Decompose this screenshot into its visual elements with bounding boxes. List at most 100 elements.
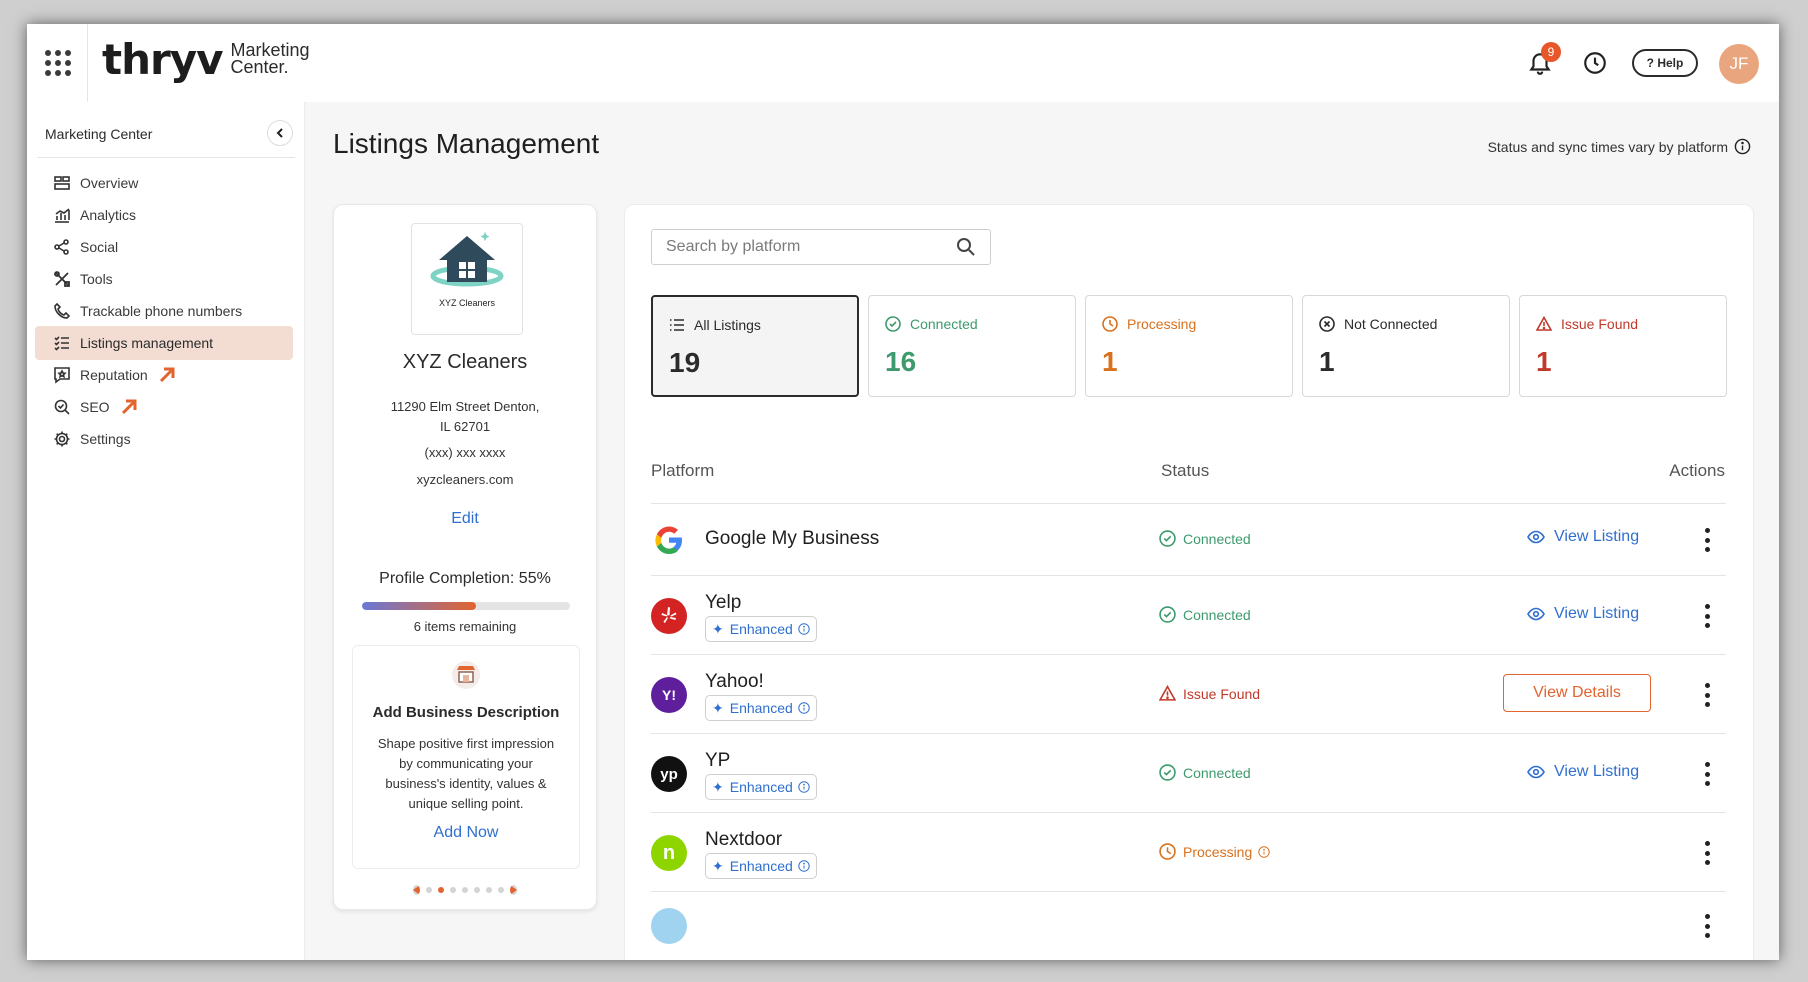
add-now-link[interactable]: Add Now [353,824,579,842]
carousel-pagination [334,885,596,895]
enhanced-badge[interactable]: ✦ Enhanced [705,616,817,642]
platform-icon [651,908,687,944]
carousel-dot[interactable] [426,887,432,893]
view-listing-link[interactable]: View Listing [1527,605,1639,623]
sidebar-item-settings[interactable]: Settings [35,422,293,456]
table-row: n Nextdoor ✦ Enhanced Processing [651,812,1726,891]
info-icon[interactable] [1734,138,1751,155]
platform-name: Yelp [705,592,742,613]
sidebar-item-label: Tools [80,271,113,287]
filter-count: 16 [885,346,917,377]
divider [87,24,88,102]
more-options-icon[interactable] [1701,528,1713,552]
sidebar-item-tools[interactable]: Tools [35,262,293,296]
more-options-icon[interactable] [1701,604,1713,628]
sparkle-icon: ✦ [712,778,724,795]
search-box[interactable] [651,229,991,265]
business-profile-card: XYZ Cleaners XYZ Cleaners 11290 Elm Stre… [333,204,597,910]
notification-count-badge: 9 [1541,42,1561,62]
sidebar-item-label: Listings management [80,335,214,351]
search-input[interactable] [666,238,956,256]
more-options-icon[interactable] [1701,762,1713,786]
more-options-icon[interactable] [1701,683,1713,707]
enhanced-badge[interactable]: ✦ Enhanced [705,853,817,879]
sidebar-item-listings-management[interactable]: Listings management [35,326,293,360]
filter-count: 1 [1536,346,1552,377]
info-icon[interactable] [1258,845,1270,858]
list-icon [670,319,684,331]
view-details-button[interactable]: View Details [1503,674,1651,712]
filter-not-connected[interactable]: Not Connected 1 [1302,295,1510,397]
carousel-prev-icon[interactable] [413,885,420,895]
notifications-button[interactable]: 9 [1523,42,1561,80]
avatar[interactable]: JF [1719,44,1759,84]
table-row: Google My Business Connected View Listin… [651,503,1726,575]
carousel-dot[interactable] [450,887,456,893]
carousel-dot[interactable] [498,887,504,893]
platform-name: YP [705,750,731,771]
status-connected: Connected [1159,530,1251,547]
filter-processing[interactable]: Processing 1 [1085,295,1293,397]
info-icon[interactable] [798,781,810,793]
suggestion-card: Add Business Description Shape positive … [352,645,580,869]
sidebar-item-analytics[interactable]: Analytics [35,198,293,232]
carousel-dot[interactable] [438,887,444,893]
sparkle-icon: ✦ [712,620,724,637]
info-icon[interactable] [798,623,810,635]
view-listing-link[interactable]: View Listing [1527,528,1639,546]
sparkle-icon: ✦ [712,857,724,874]
check-circle-icon [1159,606,1176,623]
suggestion-text-line: unique selling point. [408,796,524,811]
sidebar-item-overview[interactable]: Overview [35,166,293,200]
seo-icon [54,399,70,415]
filter-connected[interactable]: Connected 16 [868,295,1076,397]
enhanced-badge[interactable]: ✦ Enhanced [705,695,817,721]
status-issue-found: Issue Found [1159,685,1260,702]
overview-icon [54,176,70,190]
filter-label: Connected [910,316,978,332]
sidebar-item-reputation[interactable]: Reputation [35,358,293,392]
column-header-actions: Actions [1669,461,1725,480]
info-icon[interactable] [798,860,810,872]
business-website: xyzcleaners.com [416,472,514,487]
sidebar-title: Marketing Center [45,126,153,142]
sidebar-item-seo[interactable]: SEO [35,390,293,424]
check-circle-icon [1159,764,1176,781]
sidebar-item-social[interactable]: Social [35,230,293,264]
warning-icon [1159,685,1176,701]
thryv-logo[interactable]: thryv Marketing Center. [102,38,309,82]
sidebar-item-label: Settings [80,431,131,447]
more-options-icon[interactable] [1701,914,1713,938]
history-button[interactable] [1578,46,1612,80]
info-icon[interactable] [798,702,810,714]
business-logo: XYZ Cleaners [411,223,523,335]
platform-name: Yahoo! [705,671,764,692]
status-note-text: Status and sync times vary by platform [1487,138,1728,155]
help-button[interactable]: ? Help [1632,49,1698,77]
sidebar-item-label: SEO [80,399,110,415]
sidebar-item-label: Trackable phone numbers [80,303,243,319]
sidebar-item-label: Analytics [80,207,137,223]
app-launcher-icon[interactable] [45,50,71,76]
carousel-dot[interactable] [474,887,480,893]
column-header-platform: Platform [651,461,715,480]
logo-caption: XYZ Cleaners [438,298,496,308]
listings-panel: All Listings 19 Connected 16 Processing … [624,204,1754,960]
carousel-next-icon[interactable] [510,885,517,895]
star-message-icon [54,367,70,384]
store-icon [353,660,579,690]
enhanced-badge[interactable]: ✦ Enhanced [705,774,817,800]
profile-completion-bar [362,602,570,610]
carousel-dot[interactable] [486,887,492,893]
search-icon[interactable] [956,237,976,257]
eye-icon [1527,765,1545,779]
view-listing-link[interactable]: View Listing [1527,763,1639,781]
sidebar-item-trackable-phone-numbers[interactable]: Trackable phone numbers [35,294,293,328]
collapse-sidebar-button[interactable] [267,120,293,146]
filter-all-listings[interactable]: All Listings 19 [651,295,859,397]
edit-profile-link[interactable]: Edit [334,510,596,528]
sidebar-item-label: Social [80,239,119,255]
more-options-icon[interactable] [1701,841,1713,865]
filter-issue-found[interactable]: Issue Found 1 [1519,295,1727,397]
carousel-dot[interactable] [462,887,468,893]
